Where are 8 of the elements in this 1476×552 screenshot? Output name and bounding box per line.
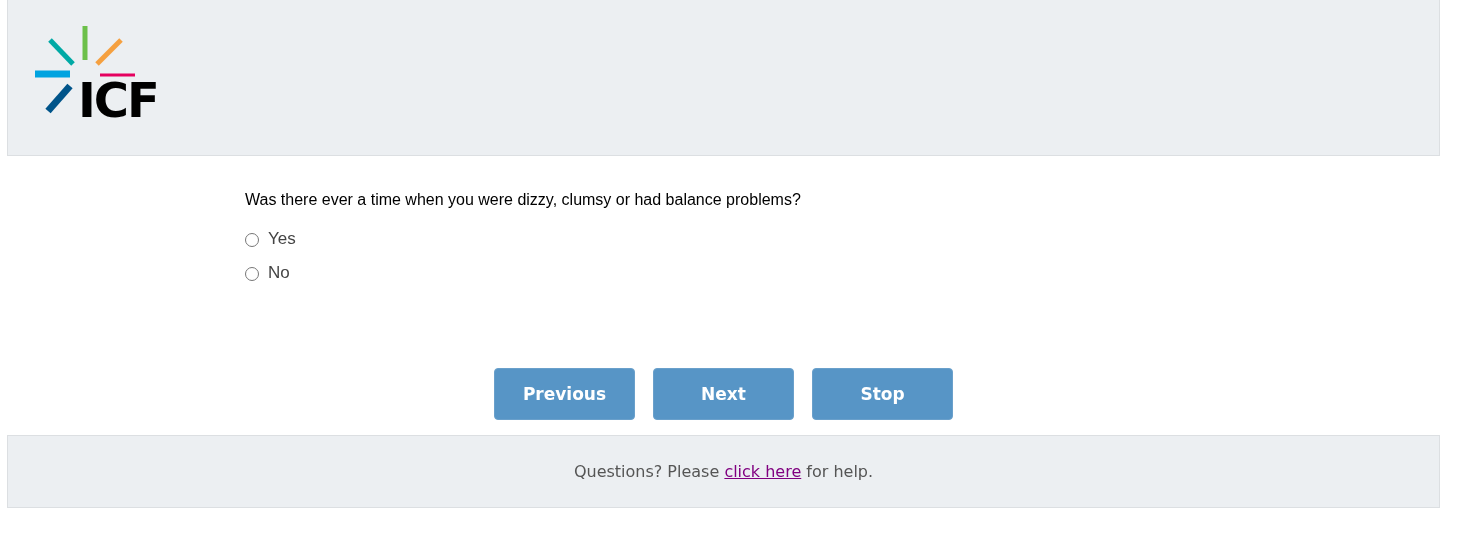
help-link[interactable]: click here [724,462,802,481]
logo-text: ICF [78,74,158,126]
radio-button[interactable] [245,267,259,281]
option-label[interactable]: No [268,263,290,283]
help-text: Questions? Please click here for help. [573,462,874,481]
option-label[interactable]: Yes [268,229,296,249]
radio-button[interactable] [245,233,259,247]
question-text: Was there ever a time when you were dizzy, clumsy or had balance problems? [245,190,802,210]
